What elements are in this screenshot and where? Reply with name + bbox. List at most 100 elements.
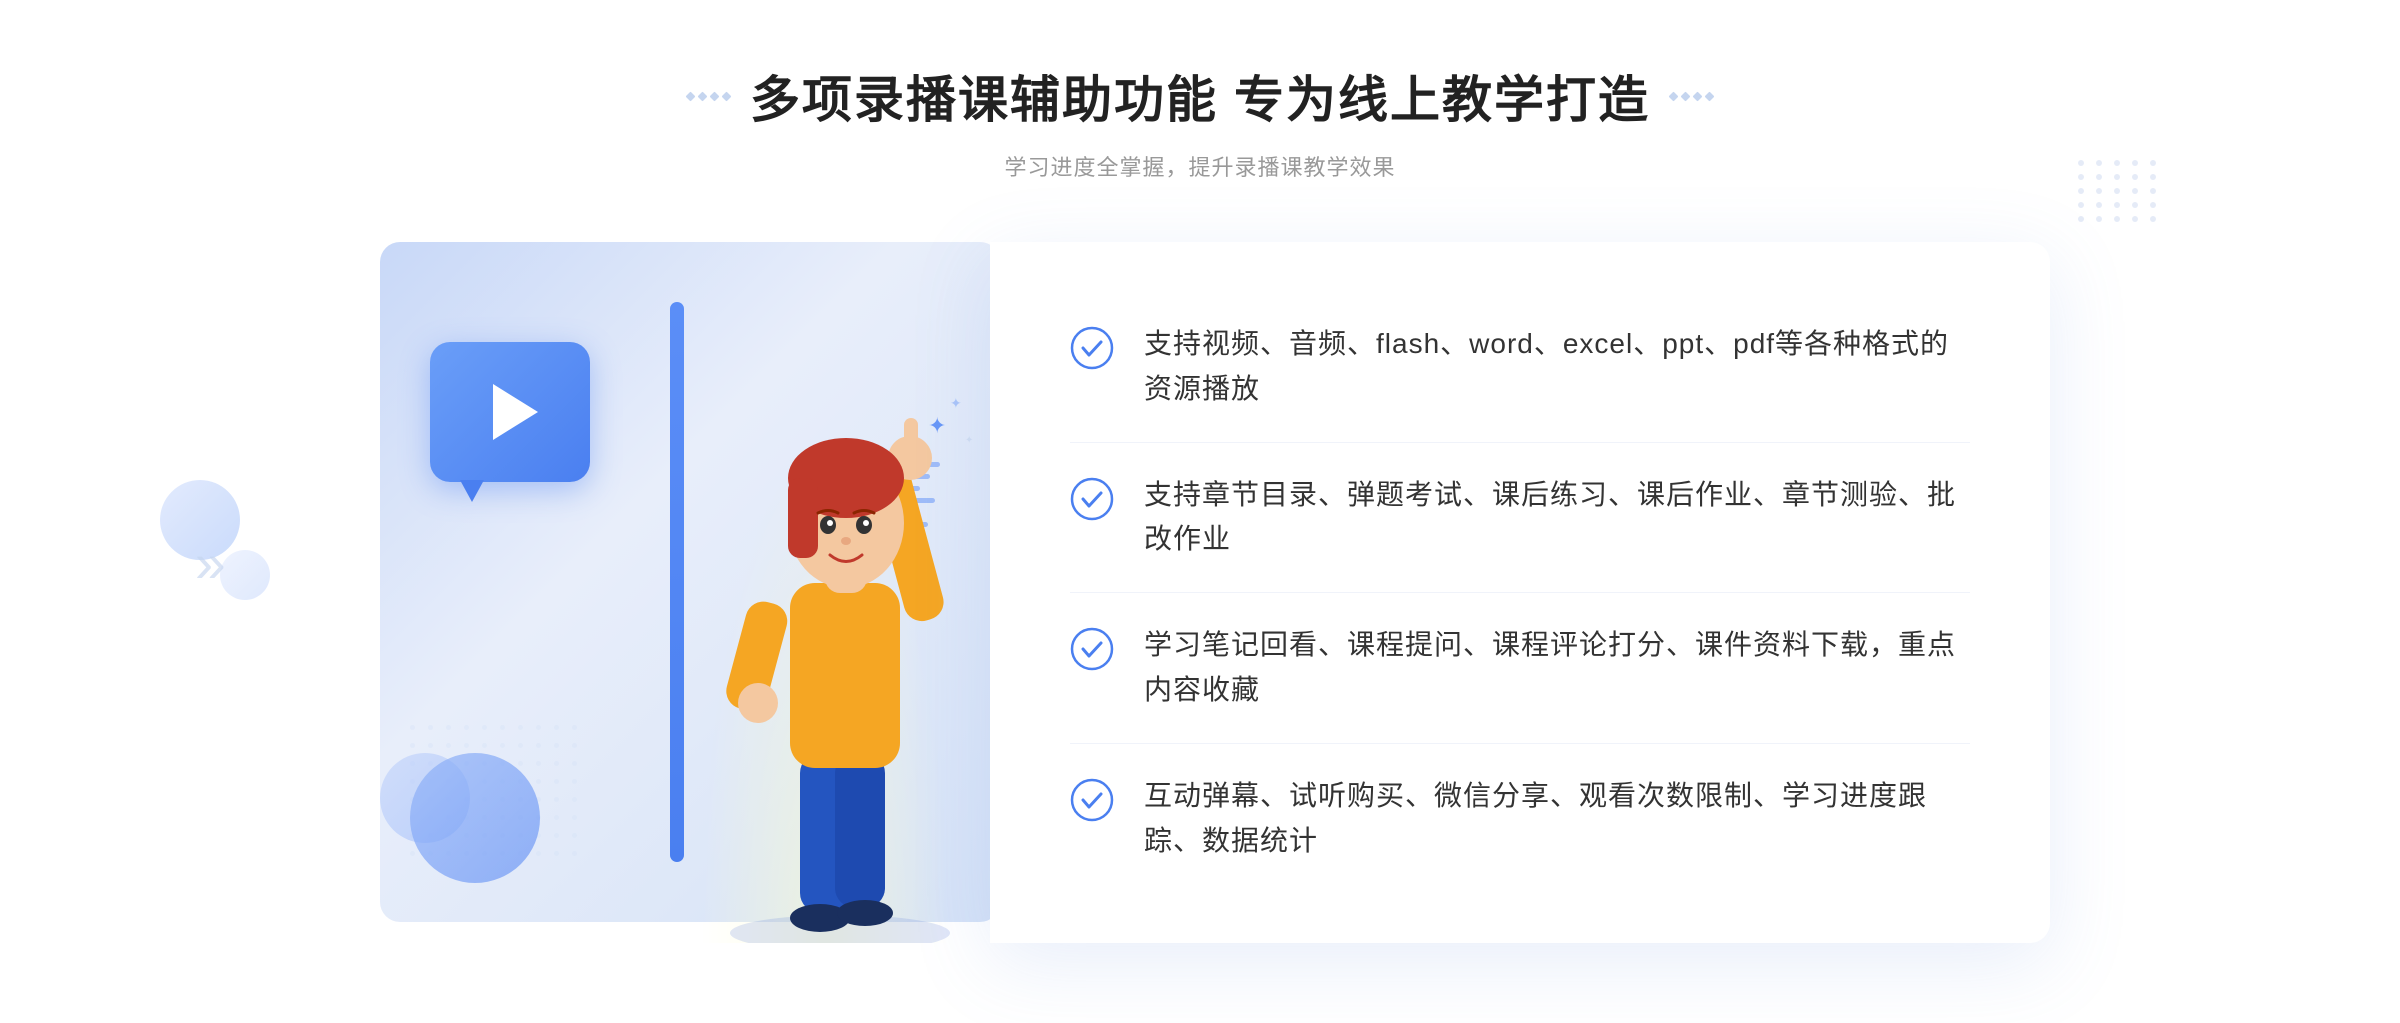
illus-dot	[464, 725, 469, 730]
feature-item-3: 学习笔记回看、课程提问、课程评论打分、课件资料下载，重点内容收藏	[1070, 593, 1970, 744]
dot-4	[722, 91, 732, 101]
illustration-area: // Will be generated by JS below	[350, 242, 1030, 943]
outer-dot	[2150, 216, 2156, 222]
outer-dot	[2114, 216, 2120, 222]
illus-dot	[572, 725, 577, 730]
dot-5	[1669, 91, 1679, 101]
outer-dot	[2132, 216, 2138, 222]
outer-dot	[2096, 160, 2102, 166]
illus-dot	[554, 797, 559, 802]
outer-dot	[2096, 202, 2102, 208]
circle-decoration-1	[410, 753, 540, 883]
illus-dot	[518, 761, 523, 766]
illus-dot	[464, 743, 469, 748]
feature-item-4: 互动弹幕、试听购买、微信分享、观看次数限制、学习进度跟踪、数据统计	[1070, 744, 1970, 894]
feature-text-1: 支持视频、音频、flash、word、excel、ppt、pdf等各种格式的资源…	[1144, 322, 1970, 412]
dot-7	[1693, 91, 1703, 101]
outer-dot	[2078, 174, 2084, 180]
chevron-icon: »	[195, 532, 218, 594]
illus-dot	[572, 779, 577, 784]
dot-2	[698, 91, 708, 101]
outer-dot	[2114, 160, 2120, 166]
features-card: 支持视频、音频、flash、word、excel、ppt、pdf等各种格式的资源…	[990, 242, 2050, 943]
outer-dot	[2132, 188, 2138, 194]
illus-dot	[482, 725, 487, 730]
outer-dot	[2096, 188, 2102, 194]
outer-dot	[2150, 188, 2156, 194]
svg-text:✦: ✦	[950, 395, 962, 411]
check-icon-3	[1070, 627, 1114, 671]
illus-dot	[572, 815, 577, 820]
illus-dot	[572, 851, 577, 856]
outer-dot	[2132, 160, 2138, 166]
illus-dot	[554, 725, 559, 730]
feature-text-4: 互动弹幕、试听购买、微信分享、观看次数限制、学习进度跟踪、数据统计	[1144, 774, 1970, 864]
feature-text-2: 支持章节目录、弹题考试、课后练习、课后作业、章节测验、批改作业	[1144, 473, 1970, 563]
svg-text:✦: ✦	[965, 435, 973, 446]
outer-dot	[2114, 174, 2120, 180]
check-icon-1	[1070, 326, 1114, 370]
outer-dot	[2078, 216, 2084, 222]
outer-dot	[2078, 202, 2084, 208]
check-icon-4	[1070, 778, 1114, 822]
title-row: 多项录播课辅助功能 专为线上教学打造	[687, 60, 1713, 132]
illus-dot	[572, 761, 577, 766]
dot-8	[1705, 91, 1715, 101]
check-icon-2	[1070, 477, 1114, 521]
figure-illustration: ✦ ✦ ✦	[680, 303, 1000, 943]
dot-6	[1681, 91, 1691, 101]
outer-dot	[2078, 188, 2084, 194]
title-decorator-right	[1670, 93, 1713, 100]
illus-dot	[518, 725, 523, 730]
content-section: // Will be generated by JS below	[350, 242, 2050, 943]
dot-1	[686, 91, 696, 101]
illus-dot	[446, 743, 451, 748]
side-circle-decoration-2	[220, 550, 270, 600]
outer-dot	[2150, 202, 2156, 208]
outer-dot	[2114, 188, 2120, 194]
dot-3	[710, 91, 720, 101]
illus-dot	[428, 725, 433, 730]
illus-dot	[518, 743, 523, 748]
illus-dot	[554, 761, 559, 766]
illus-dot	[536, 779, 541, 784]
illus-dot	[500, 743, 505, 748]
outer-dot	[2096, 174, 2102, 180]
illus-dot	[536, 851, 541, 856]
illus-dot	[554, 743, 559, 748]
illus-dot	[500, 725, 505, 730]
outer-dot	[2132, 202, 2138, 208]
subtitle: 学习进度全掌握，提升录播课教学效果	[687, 150, 1713, 182]
illus-dot	[410, 851, 415, 856]
outer-dot	[2150, 174, 2156, 180]
page-container: 多项录播课辅助功能 专为线上教学打造 学习进度全掌握，提升录播课教学效果 // …	[0, 0, 2400, 1023]
play-bubble	[430, 342, 590, 482]
title-decorator-left	[687, 93, 730, 100]
outer-dot	[2114, 202, 2120, 208]
illus-dot	[446, 725, 451, 730]
outer-dot	[2078, 160, 2084, 166]
illus-dot	[536, 761, 541, 766]
outer-dot	[2132, 174, 2138, 180]
illus-dot	[554, 833, 559, 838]
illus-dot	[554, 815, 559, 820]
illus-dot	[410, 725, 415, 730]
feature-item-1: 支持视频、音频、flash、word、excel、ppt、pdf等各种格式的资源…	[1070, 292, 1970, 443]
feature-text-3: 学习笔记回看、课程提问、课程评论打分、课件资料下载，重点内容收藏	[1144, 623, 1970, 713]
illus-dot	[482, 743, 487, 748]
illus-dot	[554, 779, 559, 784]
illus-dot	[572, 797, 577, 802]
main-title: 多项录播课辅助功能 专为线上教学打造	[750, 60, 1650, 132]
outer-dot	[2096, 216, 2102, 222]
right-dots-decoration	[2078, 160, 2160, 222]
header-section: 多项录播课辅助功能 专为线上教学打造 学习进度全掌握，提升录播课教学效果	[687, 60, 1713, 182]
left-chevron-decoration: »	[195, 531, 218, 595]
illus-dot	[554, 851, 559, 856]
svg-text:✦: ✦	[928, 413, 946, 438]
illus-dot	[410, 743, 415, 748]
illus-dot	[572, 743, 577, 748]
illus-dot	[536, 725, 541, 730]
play-icon	[493, 384, 538, 440]
feature-item-2: 支持章节目录、弹题考试、课后练习、课后作业、章节测验、批改作业	[1070, 443, 1970, 594]
illus-dot	[536, 743, 541, 748]
